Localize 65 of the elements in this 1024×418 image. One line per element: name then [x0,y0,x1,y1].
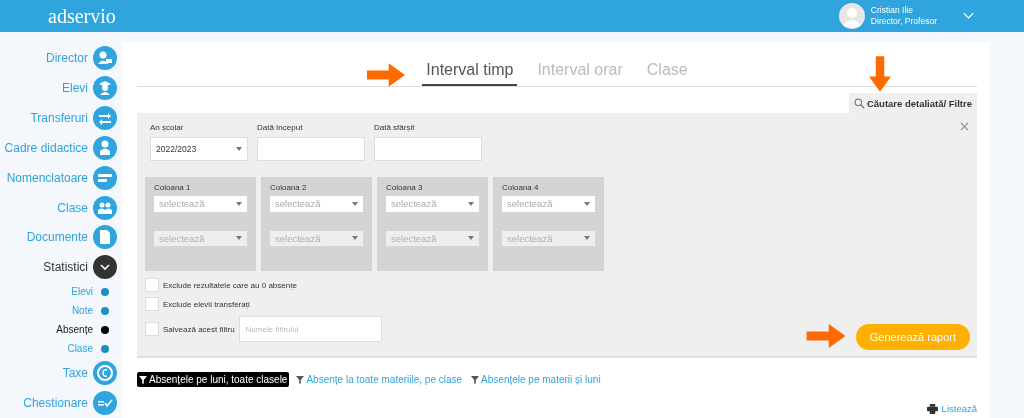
sidebar-subitem[interactable]: Clase [67,343,93,355]
column-select[interactable]: selectează [154,196,247,212]
field-label: An școlar [150,123,185,132]
chevron-icon[interactable] [93,255,117,280]
column-select[interactable]: selectează [386,196,479,212]
filter-tab[interactable]: Căutare detaliată/ Filtre [848,93,977,113]
sidebar-subitem[interactable]: Note [71,305,93,317]
user-icon[interactable] [93,45,117,70]
sidebar-item[interactable]: Chestionare [23,396,88,411]
search-icon [853,98,865,109]
checkbox-label: Exclude elevii transferați [163,299,250,309]
group-icon[interactable] [93,195,117,220]
tab[interactable]: Interval orar [533,61,627,86]
checkbox-label: Salvează acest filtru [163,324,235,334]
person-icon[interactable] [93,135,117,160]
checkbox[interactable] [145,278,159,292]
list-icon[interactable] [93,165,117,190]
column-label: Coloana 4 [502,183,540,192]
field-label: Dată sfârșit [374,123,416,132]
filter-icon [296,375,305,384]
column-label: Coloana 2 [270,183,308,192]
filter-icon [471,375,480,384]
report-link[interactable]: Absențe la toate materiile, pe clase [294,372,465,387]
filter-name-field[interactable]: Numele filtrului [238,316,382,342]
arrow-icon [869,54,891,94]
report-link[interactable]: Absențele pe luni, toate clasele [137,372,290,387]
date-field[interactable] [257,137,365,161]
document-icon[interactable] [93,225,117,250]
sidebar-item[interactable]: Documente [26,230,88,245]
tab[interactable]: Clase [642,61,692,86]
user-name: Cristian Ilie [870,5,914,16]
column-select[interactable]: selectează [270,196,363,212]
sidebar-item[interactable]: Clase [57,200,88,215]
field-label: Dată început [257,123,304,132]
generate-report-button[interactable]: Generează raport [855,324,970,350]
arrow-icon [367,63,405,87]
sidebar-subitem[interactable]: Absențe [56,324,93,336]
column-label: Coloana 3 [386,183,424,192]
sidebar-item[interactable]: Cadre didactice [4,140,88,155]
checkbox[interactable] [145,297,159,311]
checkbox-label: Exclude rezultatele care au 0 absențe [163,280,297,290]
column-select[interactable]: selectează [502,196,595,212]
close-icon[interactable] [960,122,969,131]
sidebar-item[interactable]: Taxe [62,366,88,381]
user-role: Director, Profesor [870,16,937,27]
arrow-icon [805,324,847,348]
date-field[interactable] [374,137,482,161]
graduate-icon[interactable] [93,75,117,100]
sidebar-item[interactable]: Transferuri [30,110,88,125]
column-label: Coloana 1 [154,183,192,192]
sidebar-item[interactable]: Statistici [43,260,88,275]
sidebar-item[interactable]: Nomenclatoare [6,170,88,185]
filter-icon [139,375,147,384]
swap-icon[interactable] [93,105,117,130]
checkbox[interactable] [145,322,159,336]
check-icon[interactable] [93,391,117,416]
print-link[interactable]: Listează [926,403,977,414]
tab[interactable]: Interval timp [422,61,518,86]
sidebar-item[interactable]: Director [46,50,88,65]
report-link[interactable]: Absențele pe materii și luni [469,372,603,387]
sidebar-item[interactable]: Elevi [62,80,88,95]
avatar-icon[interactable] [838,3,865,29]
sidebar-subitem[interactable]: Elevi [71,286,93,298]
year-select[interactable]: 2022/2023 [150,137,248,161]
logo[interactable]: adservio [48,4,116,28]
